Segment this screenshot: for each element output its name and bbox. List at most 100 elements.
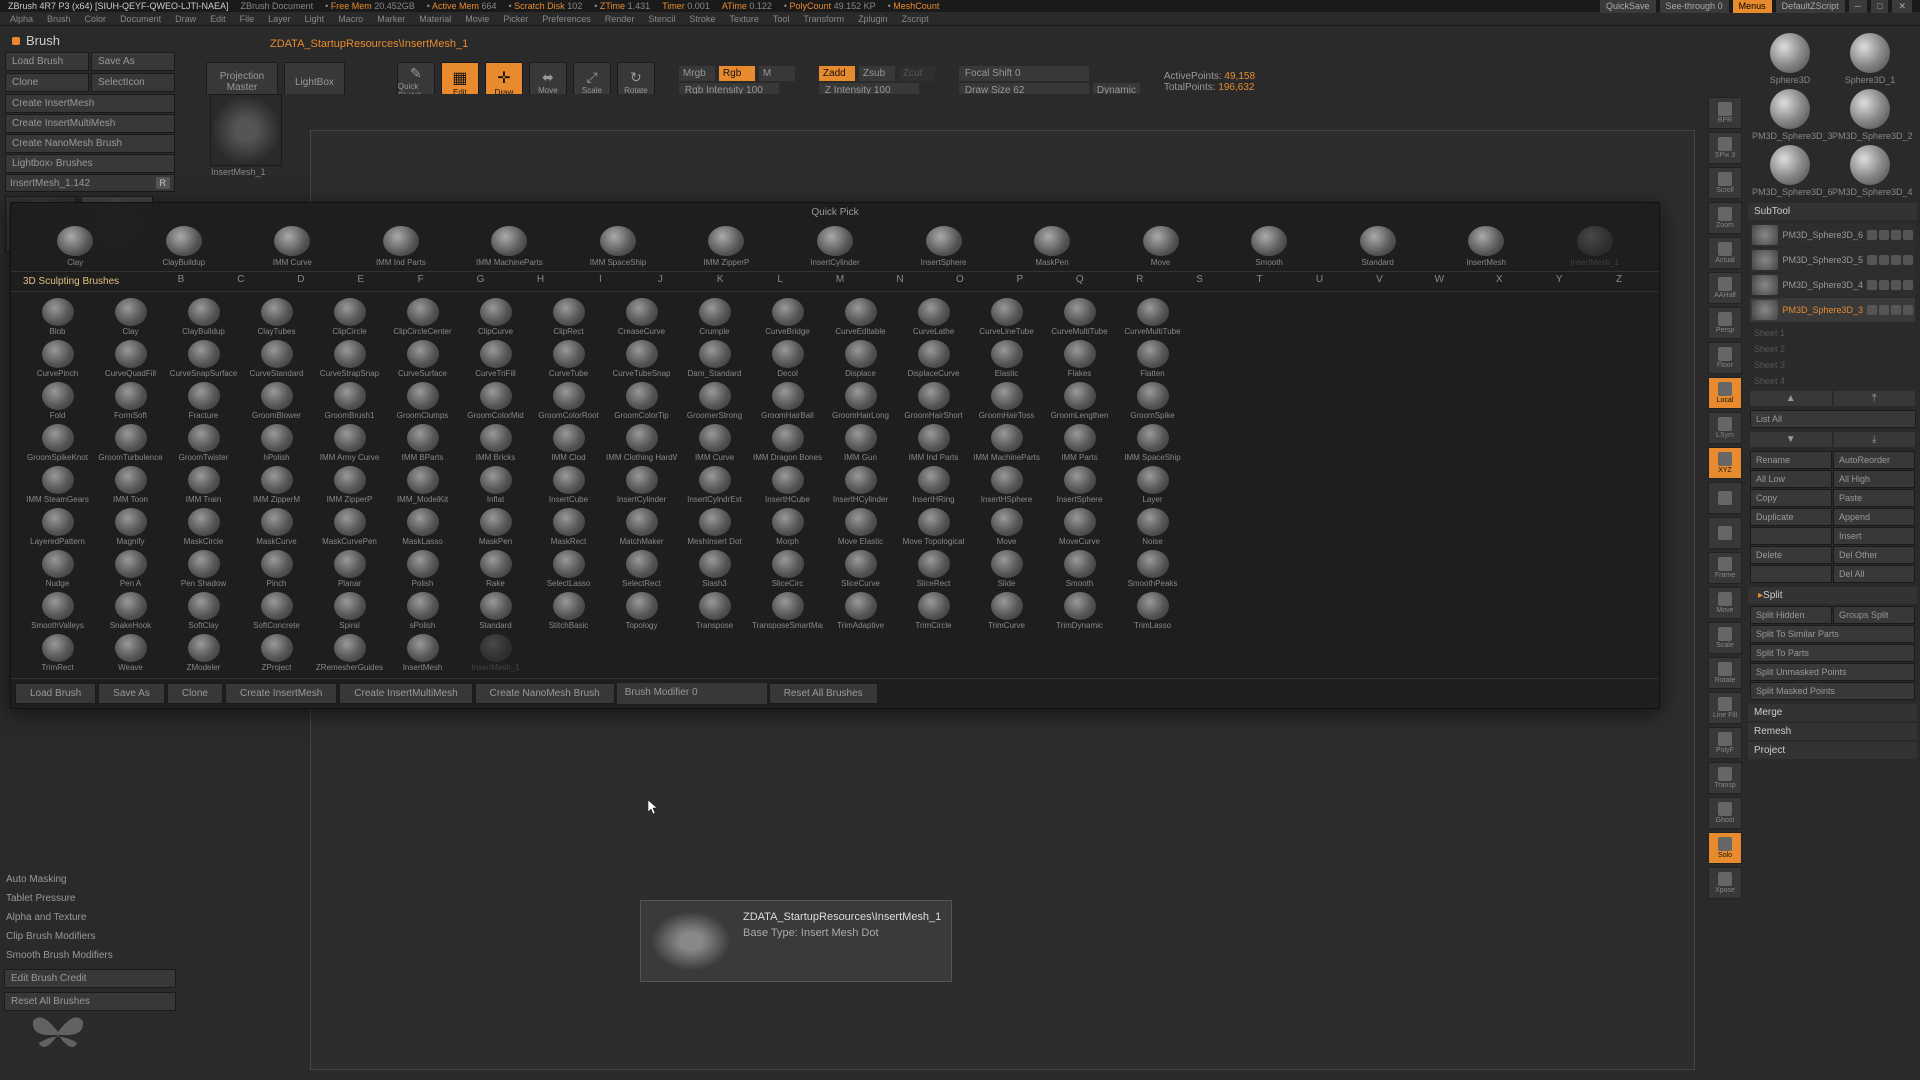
brush-item[interactable]: MatchMaker	[605, 506, 678, 548]
brush-item[interactable]: Fold	[21, 380, 94, 422]
zsub-button[interactable]: Zsub	[859, 66, 895, 81]
letter-filter[interactable]: X	[1469, 274, 1529, 289]
brush-item[interactable]: InsertHRing	[897, 464, 970, 506]
brush-item[interactable]: IMM Clod	[532, 422, 605, 464]
brush-item[interactable]: CurveBridge	[751, 296, 824, 338]
clip-modifiers-section[interactable]: Clip Brush Modifiers	[0, 927, 180, 946]
brush-item[interactable]: ZProject	[240, 632, 313, 674]
brush-item[interactable]: IMM ZipperP	[313, 464, 386, 506]
brush-item[interactable]: CurveTriFill	[459, 338, 532, 380]
brush-item[interactable]: CurveTubeSnap	[605, 338, 678, 380]
viewport-line-fill-button[interactable]: Line Fill	[1708, 692, 1742, 724]
letter-filter[interactable]: T	[1230, 274, 1290, 289]
brush-item[interactable]: SnakeHook	[94, 590, 167, 632]
letter-filter[interactable]: B	[151, 274, 211, 289]
letter-filter[interactable]: K	[690, 274, 750, 289]
brush-item[interactable]: GroomColorMid	[459, 380, 532, 422]
letter-filter[interactable]: O	[930, 274, 990, 289]
brush-item[interactable]: InsertHSphere	[970, 464, 1043, 506]
popup-load-brush[interactable]: Load Brush	[15, 683, 96, 704]
brush-item[interactable]: MaskCircle	[167, 506, 240, 548]
menu-preferences[interactable]: Preferences	[542, 14, 591, 24]
brush-item[interactable]: ClipCurve	[459, 296, 532, 338]
autoreorder-button[interactable]: AutoReorder	[1833, 451, 1915, 469]
brush-item[interactable]: SliceRect	[897, 548, 970, 590]
popup-clone[interactable]: Clone	[167, 683, 223, 704]
duplicate-button[interactable]: Duplicate	[1750, 508, 1832, 526]
rgb-button[interactable]: Rgb	[719, 66, 755, 81]
brush-item[interactable]: CurveMultiTube	[1116, 296, 1189, 338]
menu-movie[interactable]: Movie	[465, 14, 489, 24]
insert-button[interactable]: Insert	[1833, 527, 1915, 545]
brush-item[interactable]: Smooth	[1043, 548, 1116, 590]
brush-item[interactable]: GroomLengthen	[1043, 380, 1116, 422]
subtool-item[interactable]: PM3D_Sphere3D_3	[1750, 298, 1915, 322]
auto-masking-section[interactable]: Auto Masking	[0, 870, 180, 889]
menu-draw[interactable]: Draw	[175, 14, 196, 24]
alpha-texture-section[interactable]: Alpha and Texture	[0, 908, 180, 927]
subtool-header[interactable]: SubTool	[1748, 203, 1917, 220]
brush-item[interactable]: DisplaceCurve	[897, 338, 970, 380]
brush-item[interactable]: IMM Toon	[94, 464, 167, 506]
brush-item[interactable]: Move Elastic	[824, 506, 897, 548]
brush-item[interactable]: InsertCylndrExt	[678, 464, 751, 506]
popup-save-as[interactable]: Save As	[98, 683, 165, 704]
brush-item[interactable]: Pinch	[240, 548, 313, 590]
brush-item[interactable]: IMM Curve	[678, 422, 751, 464]
viewport-frame-button[interactable]: Frame	[1708, 552, 1742, 584]
brush-item[interactable]: InsertCube	[532, 464, 605, 506]
quickpick-brush[interactable]: Smooth	[1215, 224, 1324, 269]
brush-item[interactable]: Fracture	[167, 380, 240, 422]
letter-filter[interactable]: F	[391, 274, 451, 289]
brush-item[interactable]: ClipRect	[532, 296, 605, 338]
create-insertmultimesh-button[interactable]: Create InsertMultiMesh	[5, 114, 175, 133]
zcut-button[interactable]: Zcut	[899, 66, 935, 81]
brush-item[interactable]: MeshInsert Dot	[678, 506, 751, 548]
quickpick-brush[interactable]: IMM MachineParts	[455, 224, 564, 269]
brush-item[interactable]: Topology	[605, 590, 678, 632]
del-all-button[interactable]: Del All	[1833, 565, 1915, 583]
focal-shift-slider[interactable]: Focal Shift 0	[959, 66, 1089, 81]
viewport-scale-button[interactable]: Scale	[1708, 622, 1742, 654]
defaultscript-button[interactable]: DefaultZScript	[1776, 0, 1845, 13]
brush-item[interactable]: TrimCurve	[970, 590, 1043, 632]
brush-item[interactable]: GroomHairLong	[824, 380, 897, 422]
brush-item[interactable]: StitchBasic	[532, 590, 605, 632]
brush-item[interactable]: ClipCircleCenter	[386, 296, 459, 338]
letter-filter[interactable]: Z	[1589, 274, 1649, 289]
list-all-button[interactable]: List All	[1750, 410, 1916, 428]
brush-item[interactable]: ClipCircle	[313, 296, 386, 338]
mrgb-button[interactable]: Mrgb	[679, 66, 715, 81]
brush-item[interactable]: IMM Clothing HardW	[605, 422, 678, 464]
brush-item[interactable]: MaskRect	[532, 506, 605, 548]
reset-brushes-button[interactable]: Reset All Brushes	[4, 992, 176, 1011]
move-down-icon[interactable]: ▼	[1750, 432, 1832, 447]
tool-thumbnail[interactable]: InsertMesh_1	[210, 94, 282, 166]
brush-item[interactable]: SelectLasso	[532, 548, 605, 590]
brush-item[interactable]: Nudge	[21, 548, 94, 590]
letter-filter[interactable]: R	[1110, 274, 1170, 289]
smooth-modifiers-section[interactable]: Smooth Brush Modifiers	[0, 946, 180, 965]
letter-filter[interactable]: V	[1349, 274, 1409, 289]
brush-item[interactable]: GroomColorRoot	[532, 380, 605, 422]
brush-item[interactable]: LayeredPattern	[21, 506, 94, 548]
menu-zscript[interactable]: Zscript	[902, 14, 929, 24]
brush-item[interactable]: Planar	[313, 548, 386, 590]
brush-item[interactable]: CreaseCurve	[605, 296, 678, 338]
brush-item[interactable]: TrimLasso	[1116, 590, 1189, 632]
rename-button[interactable]: Rename	[1750, 451, 1832, 469]
lightbox-brushes-button[interactable]: Lightbox› Brushes	[5, 154, 175, 173]
menu-file[interactable]: File	[240, 14, 255, 24]
select-icon-button[interactable]: SelectIcon	[91, 73, 175, 92]
brush-item[interactable]: IMM MachineParts	[970, 422, 1043, 464]
brush-item[interactable]: Flakes	[1043, 338, 1116, 380]
brush-item[interactable]: CurveTube	[532, 338, 605, 380]
brush-item[interactable]: GroomBlower	[240, 380, 313, 422]
quickpick-brush[interactable]: InsertMesh_1	[1540, 224, 1649, 269]
brush-item[interactable]: TrimAdaptive	[824, 590, 897, 632]
brush-item[interactable]: GroomTurbulence	[94, 422, 167, 464]
brush-item[interactable]: GroomHairShort	[897, 380, 970, 422]
brush-item[interactable]: GroomHairBall	[751, 380, 824, 422]
menu-picker[interactable]: Picker	[503, 14, 528, 24]
brush-item[interactable]: CurveEditable	[824, 296, 897, 338]
